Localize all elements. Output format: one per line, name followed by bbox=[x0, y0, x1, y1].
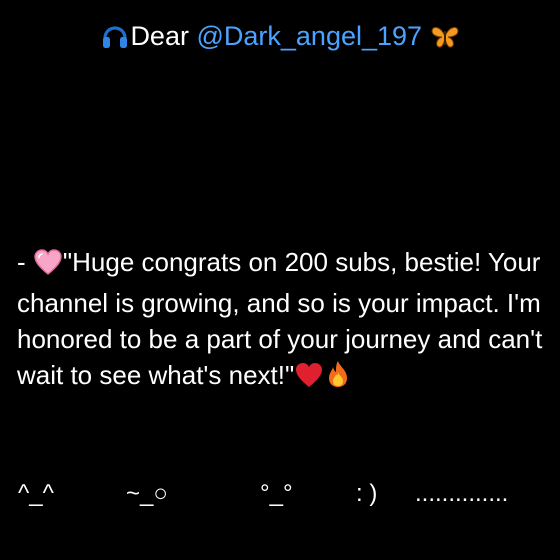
headphones-icon bbox=[100, 21, 130, 60]
emoticon: ^_^ bbox=[18, 480, 54, 507]
emoticon-row: ^_^ ~_○ °_° : ) .............. bbox=[0, 476, 560, 512]
user-mention-link[interactable]: @Dark_angel_197 bbox=[196, 21, 422, 51]
dash-prefix: - bbox=[17, 247, 33, 277]
butterfly-icon bbox=[430, 23, 460, 60]
dotted-line: .............. bbox=[415, 480, 509, 507]
congrats-message: - "Huge congrats on 200 subs, bestie! Yo… bbox=[17, 244, 547, 398]
greeting-text: Dear bbox=[130, 21, 189, 51]
red-heart-icon bbox=[294, 361, 324, 398]
pink-heart-icon bbox=[33, 248, 63, 285]
emoticon: °_° bbox=[260, 480, 293, 507]
fire-icon bbox=[324, 359, 352, 398]
message-text: "Huge congrats on 200 subs, bestie! Your… bbox=[17, 247, 543, 390]
emoticon: : ) bbox=[356, 480, 378, 507]
header-line: Dear @Dark_angel_197 bbox=[0, 18, 560, 60]
emoticon: ~_○ bbox=[126, 480, 168, 507]
